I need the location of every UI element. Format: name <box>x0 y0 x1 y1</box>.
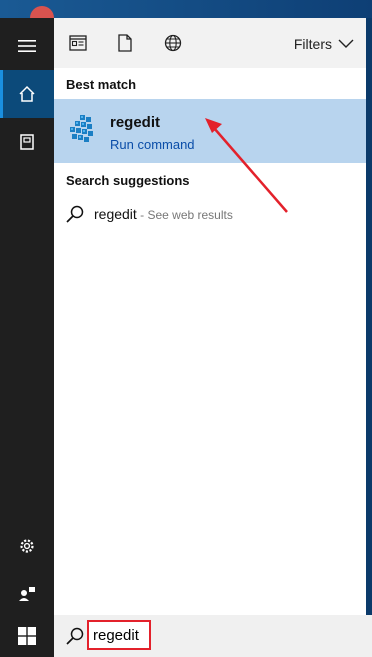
search-icon <box>66 627 84 645</box>
settings-icon <box>20 539 34 553</box>
documents-icon <box>118 34 132 52</box>
notebook-icon <box>20 134 34 150</box>
suggestion-text: regedit - See web results <box>94 206 233 222</box>
desktop-background <box>0 0 372 18</box>
taskbar <box>0 615 372 657</box>
result-app-type: Run command <box>110 137 195 152</box>
taskbar-search-box[interactable] <box>54 615 372 657</box>
suggestion-query: regedit <box>94 206 137 222</box>
filters-dropdown[interactable]: Filters <box>294 32 354 56</box>
hamburger-menu-button[interactable] <box>0 22 54 70</box>
best-match-result[interactable]: regedit Run command <box>54 99 366 163</box>
search-input[interactable] <box>87 620 151 650</box>
windows-logo-icon <box>18 627 36 645</box>
home-button[interactable] <box>0 70 54 118</box>
web-filter-button[interactable] <box>160 31 186 55</box>
web-icon <box>164 34 182 52</box>
notebook-button[interactable] <box>0 118 54 166</box>
filters-label: Filters <box>293 36 332 52</box>
start-button[interactable] <box>0 615 54 657</box>
suggestion-hint: - See web results <box>136 208 233 222</box>
apps-icon <box>69 35 87 51</box>
start-left-rail <box>0 18 54 615</box>
documents-filter-button[interactable] <box>112 31 138 55</box>
settings-button[interactable] <box>0 522 54 570</box>
result-app-name: regedit <box>110 114 161 131</box>
search-suggestions-heading: Search suggestions <box>66 173 190 188</box>
feedback-icon <box>19 587 35 601</box>
registry-editor-icon <box>70 115 93 142</box>
search-filter-toolbar: Filters <box>54 18 366 68</box>
feedback-button[interactable] <box>0 570 54 618</box>
web-suggestion-item[interactable]: regedit - See web results <box>54 200 366 230</box>
chevron-down-icon <box>338 39 354 48</box>
apps-filter-button[interactable] <box>65 31 91 55</box>
panel-edge <box>366 18 372 615</box>
best-match-heading: Best match <box>66 77 137 92</box>
search-icon <box>66 205 84 223</box>
search-results-panel: Filters Best match regedit Run command S… <box>54 18 366 615</box>
home-icon <box>19 85 35 102</box>
hamburger-menu-icon <box>18 40 36 52</box>
